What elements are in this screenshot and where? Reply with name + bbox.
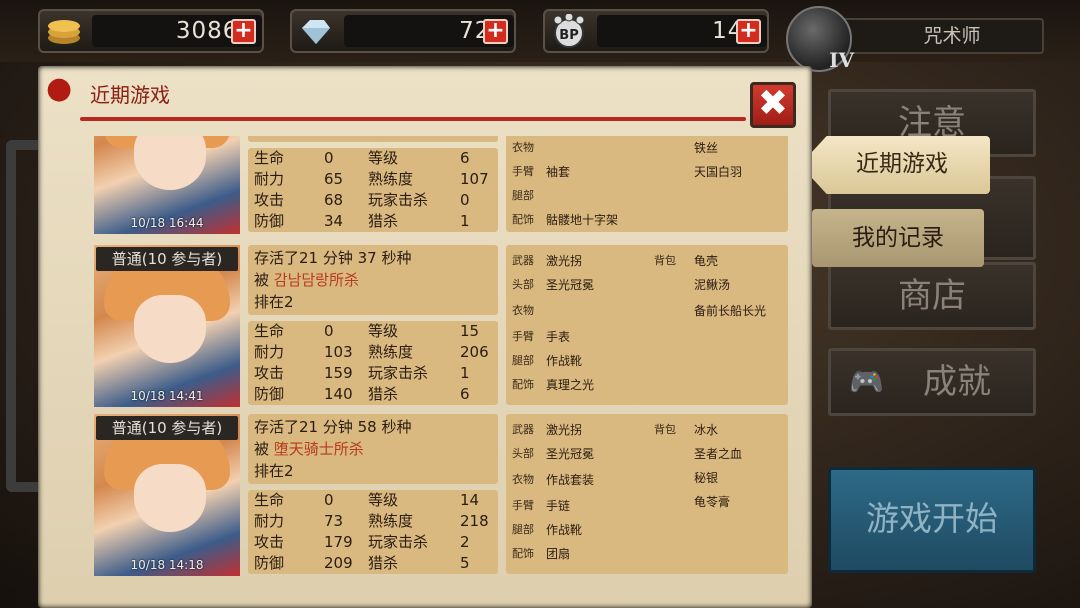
close-button[interactable]: ✖ xyxy=(750,82,796,128)
game-stats: 生命 0 等级 15 耐力 103 熟练度 206 攻击 159 玩家击杀 1 防御 140 猎杀 6 xyxy=(248,321,498,405)
equipment-list: 衣物 手臂 袖套 腿部 配饰 骷髅地十字架 铁丝 天国白羽 xyxy=(506,136,788,232)
buy-bp-button[interactable]: + xyxy=(736,19,761,44)
killer-name: 堕天骑士 xyxy=(273,440,334,458)
game-entry[interactable]: 普通(10 参与者) 10/18 14:18 存活了21 分钟 58 秒种 被 … xyxy=(94,414,794,576)
game-date: 10/18 16:44 xyxy=(130,216,204,230)
game-date: 10/18 14:18 xyxy=(130,558,204,572)
equipment-list: 武器 激光拐 头部 圣光冠冕 衣物 作战套装 手臂 手链 腿部 作战靴 配饰 团扇 背包 冰… xyxy=(506,414,788,574)
diamond-icon xyxy=(296,14,336,48)
title-divider xyxy=(80,117,746,121)
player-class: 咒术师 xyxy=(840,18,1044,54)
gold-coins-icon xyxy=(44,14,84,48)
tab-recent-games[interactable]: 近期游戏 xyxy=(800,136,990,194)
game-stats: 生命 0 等级 6 耐力 65 熟练度 107 攻击 68 玩家击杀 0 防御 34 猎杀 1 xyxy=(248,148,498,232)
equipment-list: 武器 激光拐 头部 圣光冠冕 衣物 手臂 手表 腿部 作战靴 配饰 真理之光 背包 龟壳 … xyxy=(506,245,788,405)
buy-gold-button[interactable]: + xyxy=(231,19,256,44)
achievements-button[interactable]: 🎮 成就 xyxy=(828,348,1036,416)
bp-paw-icon: BP xyxy=(549,14,589,48)
game-summary xyxy=(248,136,498,142)
game-summary: 存活了21 分钟 37 秒种 被 감남담랑所杀 排在2 xyxy=(248,245,498,315)
panel-title: 近期游戏 xyxy=(90,83,170,107)
shop-button[interactable]: 商店 xyxy=(828,262,1036,330)
bp-resource: BP 143 + xyxy=(543,9,769,53)
character-portrait: 10/18 16:44 xyxy=(94,136,240,234)
game-date: 10/18 14:41 xyxy=(130,389,204,403)
achievements-label: 成就 xyxy=(923,362,991,402)
gem-resource: 720 + xyxy=(290,9,516,53)
gamepad-icon: 🎮 xyxy=(849,365,884,398)
character-portrait: 普通(10 参与者) 10/18 14:18 xyxy=(94,414,240,576)
game-mode-badge: 普通(10 参与者) xyxy=(96,247,238,271)
start-game-button[interactable]: 游戏开始 xyxy=(828,467,1036,573)
game-summary: 存活了21 分钟 58 秒种 被 堕天骑士所杀 排在2 xyxy=(248,414,498,484)
rank-numeral: IV xyxy=(829,48,854,72)
game-entry[interactable]: 10/18 16:44 生命 0 等级 6 耐力 65 熟练度 107 攻击 68 玩家击杀 0 … xyxy=(94,136,794,234)
blood-splatter-icon: ● xyxy=(46,71,73,106)
tab-my-records[interactable]: 我的记录 xyxy=(812,209,984,267)
gold-resource: 30866 + xyxy=(38,9,264,53)
game-list[interactable]: 10/18 16:44 生命 0 等级 6 耐力 65 熟练度 107 攻击 68 玩家击杀 0 … xyxy=(94,136,794,588)
game-entry[interactable]: 普通(10 参与者) 10/18 14:41 存活了21 分钟 37 秒种 被 … xyxy=(94,245,794,407)
game-mode-badge: 普通(10 参与者) xyxy=(96,416,238,440)
rank-emblem[interactable]: IV xyxy=(786,6,854,72)
game-stats: 生命 0 等级 14 耐力 73 熟练度 218 攻击 179 玩家击杀 2 防御 209 猎杀 5 xyxy=(248,490,498,574)
top-bar: 30866 + 720 + BP 143 + 咒术师 IV xyxy=(0,0,1080,72)
killer-name: 감남담랑 xyxy=(273,271,329,289)
character-portrait: 普通(10 参与者) 10/18 14:41 xyxy=(94,245,240,407)
buy-gem-button[interactable]: + xyxy=(483,19,508,44)
svg-text:BP: BP xyxy=(559,28,578,43)
